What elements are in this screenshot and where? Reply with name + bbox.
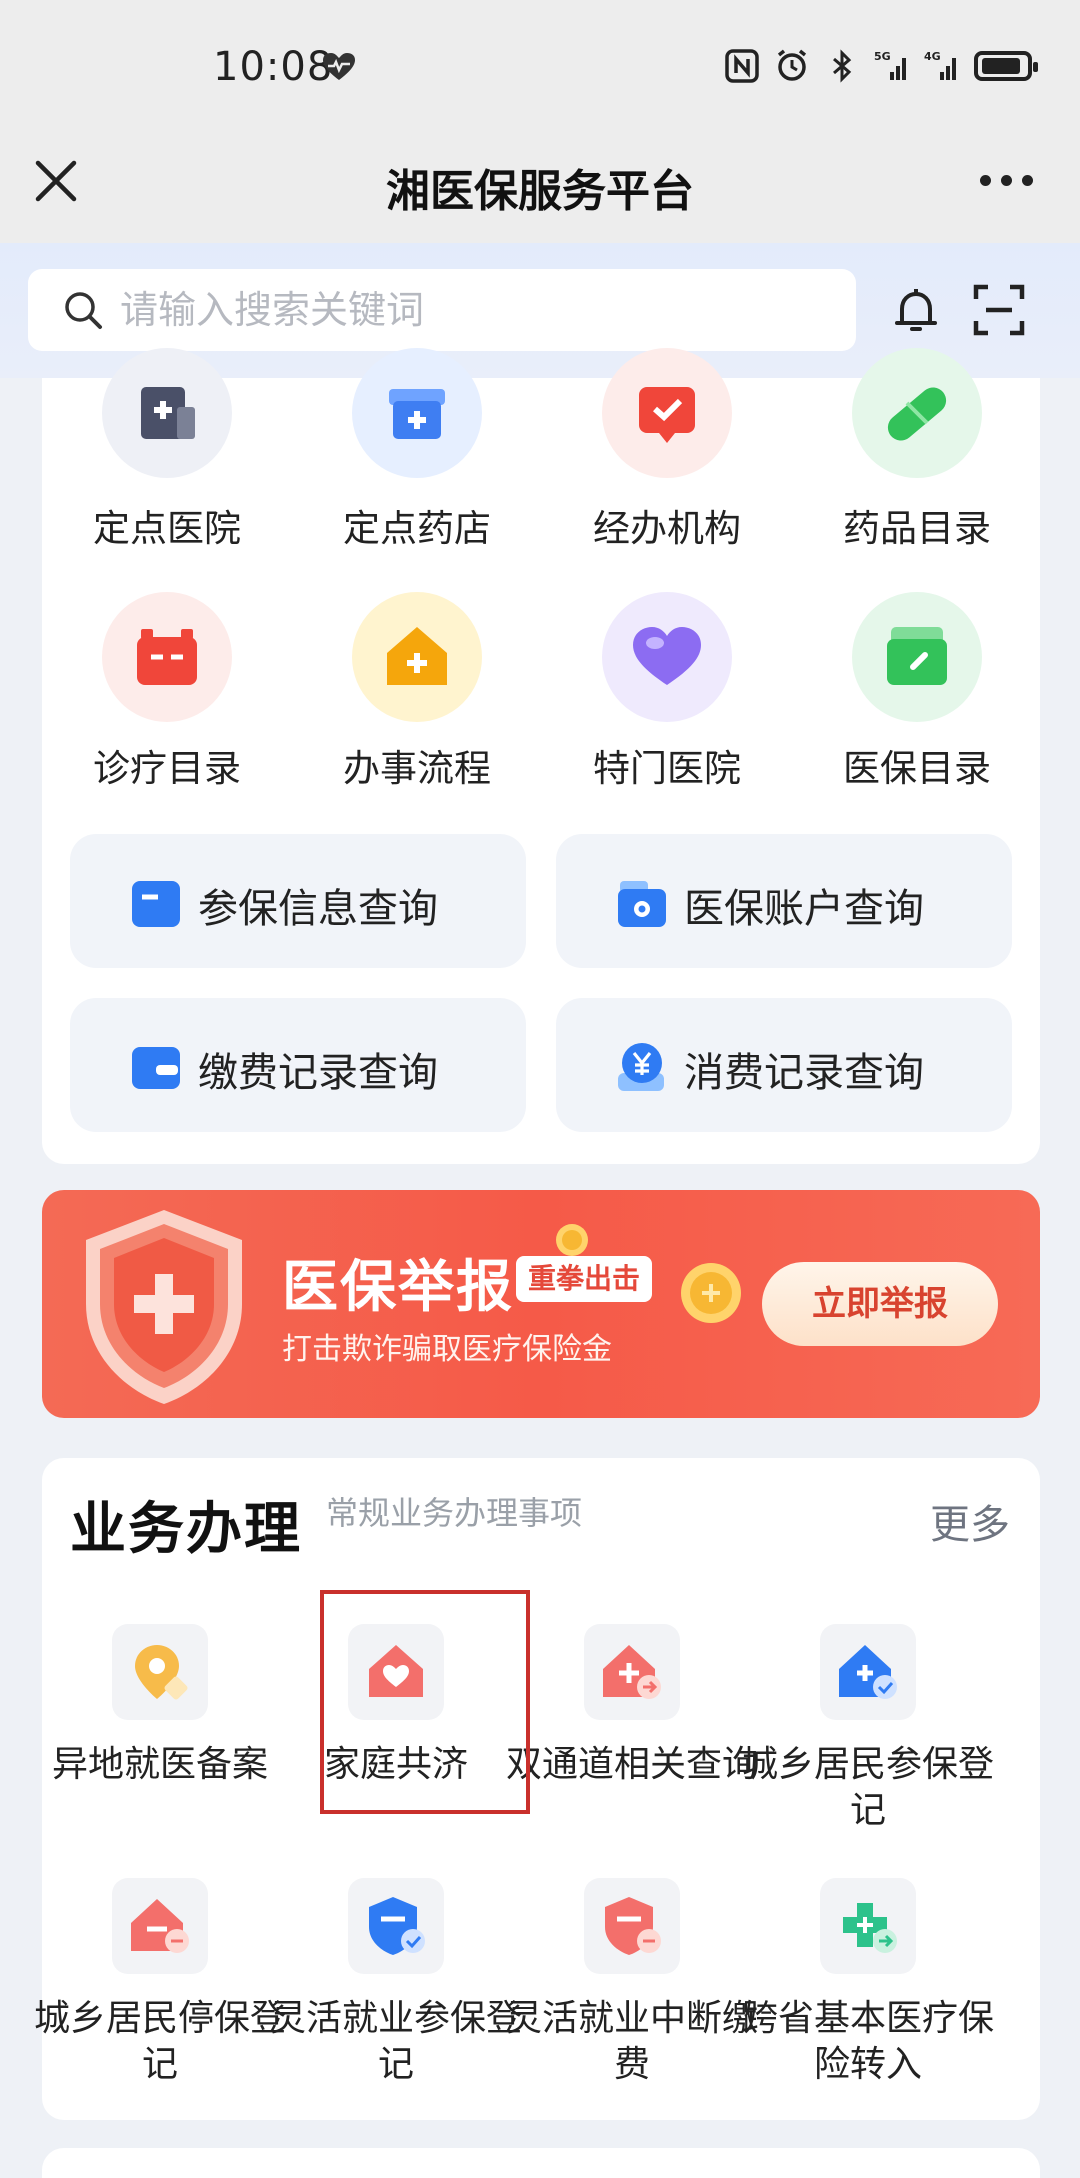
page-title: 湘医保服务平台 [386, 166, 694, 217]
alarm-icon [777, 49, 807, 81]
business-card: 业务办理 常规业务办理事项 更多 异地就医备案 家庭共济 双通道相关查询 城乡居… [34, 1458, 1040, 2120]
yuan-coin-icon [618, 1043, 664, 1091]
service-process[interactable]: 办事流程 [292, 592, 542, 792]
quick-label: 参保信息查询 [198, 886, 438, 932]
coin-icon [681, 1263, 741, 1323]
service-label: 药品目录 [843, 507, 991, 550]
service-insurance-catalog[interactable]: 医保目录 [792, 592, 1042, 792]
nav-bar: 湘医保服务平台 [0, 135, 1080, 243]
quick-label: 消费记录查询 [684, 1050, 924, 1096]
signal-4g-icon: 4G [924, 50, 956, 80]
signal-5g-icon: 5G [874, 50, 906, 80]
medical-kit-icon [102, 592, 232, 722]
biz-label: 跨省基本医疗保险转入 [742, 1998, 995, 2085]
biz-label: 灵活就业参保登记 [270, 1998, 523, 2085]
service-agency[interactable]: 经办机构 [542, 348, 792, 578]
biz-item-flexible-interrupt[interactable]: 灵活就业中断缴费 [506, 1878, 758, 2085]
status-icons: 5G 4G [724, 48, 1038, 84]
highlight-box [320, 1590, 530, 1814]
bluetooth-icon [833, 49, 852, 83]
svg-text:4G: 4G [924, 50, 941, 63]
biz-label: 灵活就业中断缴费 [506, 1998, 759, 2085]
heart-icon [602, 592, 732, 722]
more-link[interactable]: 更多 [930, 1492, 1010, 1550]
banner-title: 医保举报 [282, 1255, 514, 1320]
service-special-hospital[interactable]: 特门医院 [542, 592, 792, 792]
quick-label: 医保账户查询 [684, 886, 924, 932]
service-label: 定点医院 [93, 507, 241, 550]
quick-consumption-record-button[interactable]: 消费记录查询 [556, 998, 1012, 1132]
report-now-button[interactable]: 立即举报 [762, 1262, 998, 1346]
house-arrow-icon [584, 1624, 680, 1720]
house-plus-icon [352, 592, 482, 722]
nfc-icon [725, 49, 759, 83]
hospital-icon [102, 348, 232, 478]
biz-item-flexible-enroll[interactable]: 灵活就业参保登记 [270, 1878, 522, 2085]
shield-check-icon [348, 1878, 444, 1974]
quick-account-button[interactable]: 医保账户查询 [556, 834, 1012, 968]
house-check-icon [820, 1624, 916, 1720]
more-options-icon[interactable] [980, 165, 1040, 195]
section-title: 业务办理 [70, 1497, 302, 1562]
biz-label: 异地就医备案 [51, 1744, 268, 1785]
report-banner[interactable]: 医保举报 重拳出击 打击欺诈骗取医疗保险金 立即举报 [42, 1190, 1040, 1418]
biz-label: 双通道相关查询 [506, 1744, 759, 1785]
search-box[interactable] [28, 269, 856, 351]
search-input[interactable] [120, 283, 820, 337]
service-label: 定点药店 [343, 507, 491, 550]
search-icon [65, 292, 102, 329]
heart-rate-icon [323, 53, 355, 80]
service-label: 办事流程 [343, 747, 491, 790]
biz-label: 城乡居民停保登记 [34, 1998, 287, 2085]
svg-text:5G: 5G [874, 50, 891, 63]
next-card [42, 2148, 1040, 2178]
shield-cross-icon [86, 1210, 242, 1404]
quick-label: 缴费记录查询 [198, 1050, 438, 1096]
location-pin-icon [112, 1624, 208, 1720]
shield-minus-icon [584, 1878, 680, 1974]
biz-item-resident-suspend[interactable]: 城乡居民停保登记 [34, 1878, 286, 2085]
wallet-icon [132, 1047, 180, 1089]
service-label: 特门医院 [593, 747, 741, 790]
coin-icon [556, 1224, 588, 1256]
service-drug-catalog[interactable]: 药品目录 [792, 348, 1042, 578]
service-treatment-catalog[interactable]: 诊疗目录 [42, 592, 292, 792]
bell-icon[interactable] [888, 283, 944, 339]
status-time: 10:08 [213, 44, 334, 90]
quick-insurance-info-button[interactable]: 参保信息查询 [70, 834, 526, 968]
biz-item-resident-enroll[interactable]: 城乡居民参保登记 [742, 1624, 994, 1831]
banner-tag: 重拳出击 [516, 1256, 653, 1302]
biz-item-cross-province-transfer[interactable]: 跨省基本医疗保险转入 [742, 1878, 994, 2085]
scan-icon[interactable] [972, 283, 1026, 337]
agency-icon [602, 348, 732, 478]
account-camera-icon [618, 881, 666, 927]
banner-subtitle: 打击欺诈骗取医疗保险金 [282, 1332, 612, 1367]
card-minus-icon [132, 881, 180, 927]
section-subtitle: 常规业务办理事项 [326, 1494, 583, 1532]
biz-item-dual-channel-query[interactable]: 双通道相关查询 [506, 1624, 758, 1824]
status-bar: 10:08 5G 4G [0, 0, 1080, 135]
battery-icon [974, 51, 1038, 81]
biz-label: 城乡居民参保登记 [742, 1744, 995, 1831]
service-label: 经办机构 [593, 507, 741, 550]
service-pharmacy[interactable]: 定点药店 [292, 348, 542, 578]
services-card: 定点医院 定点药店 经办机构 药品目录 诊疗目录 办事流程 特门医院 医保目录 … [42, 348, 1042, 1164]
pill-icon [852, 348, 982, 478]
pharmacy-icon [352, 348, 482, 478]
service-label: 医保目录 [843, 747, 991, 790]
biz-item-remote-medical[interactable]: 异地就医备案 [42, 1624, 278, 1824]
house-minus-icon [112, 1878, 208, 1974]
medical-transfer-icon [820, 1878, 916, 1974]
service-hospital[interactable]: 定点医院 [42, 348, 292, 578]
service-label: 诊疗目录 [93, 747, 241, 790]
folder-icon [852, 592, 982, 722]
quick-payment-record-button[interactable]: 缴费记录查询 [70, 998, 526, 1132]
